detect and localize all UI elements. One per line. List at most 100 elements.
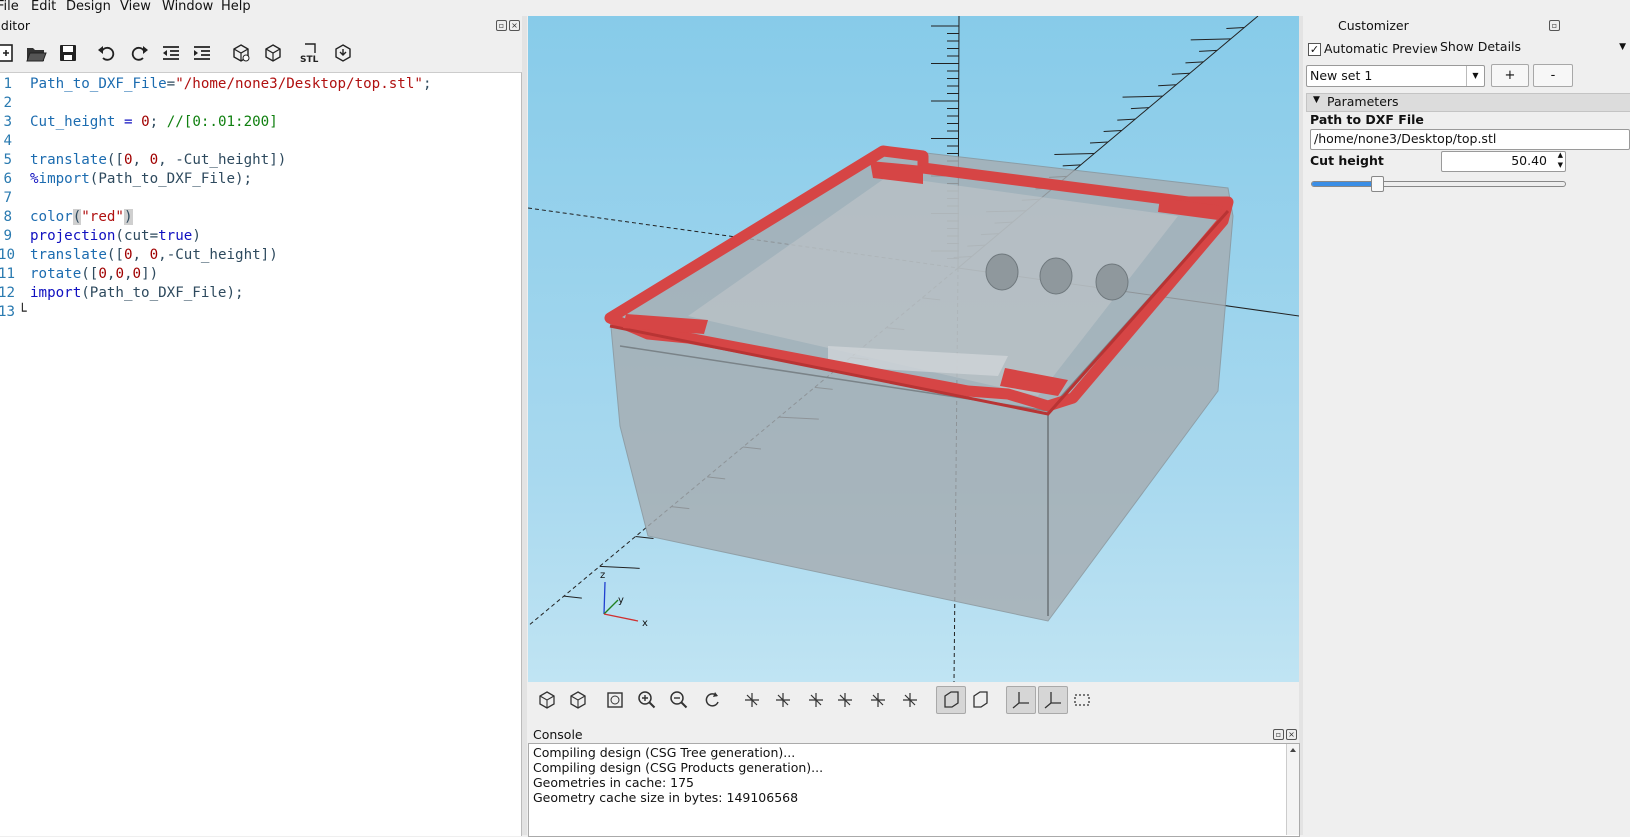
show-edges-icon[interactable] [1070,688,1094,712]
customizer-title: Customizer [1338,18,1409,33]
line-number: 13 [0,304,16,320]
send-to-print-icon[interactable] [331,41,355,65]
auto-preview-checkbox[interactable]: ✓ [1308,43,1321,56]
menu-edit[interactable]: Edit [31,0,56,14]
customizer-dock-buttons: ▫ [1549,20,1560,31]
top-view-icon[interactable] [866,688,890,712]
unindent-icon[interactable] [159,41,183,65]
spin-arrows-icon[interactable]: ▲ ▼ [1558,152,1563,170]
new-file-icon[interactable] [0,41,18,65]
menu-bar: File Edit Design View Window Help [0,0,1630,16]
parameters-section-title: Parameters [1327,94,1399,109]
show-axes-icon[interactable] [1006,686,1036,714]
path-param-input[interactable]: /home/none3/Desktop/top.stl [1310,129,1630,150]
line-number: 4 [3,133,12,149]
line-number: 3 [3,114,12,130]
zoom-out-icon[interactable] [667,688,691,712]
console-line: Compiling design (CSG Products generatio… [533,760,824,775]
code-text: rotate([0,0,0]) [30,266,159,282]
preset-select-value: New set 1 [1310,68,1373,83]
svg-text:x: x [642,618,648,629]
cut-height-label: Cut height [1310,153,1384,168]
perspective-icon[interactable] [936,686,966,714]
indent-icon[interactable] [190,41,214,65]
chevron-down-icon: ▼ [1466,66,1484,86]
console-output[interactable]: Compiling design (CSG Tree generation)..… [528,743,1300,837]
orthogonal-icon[interactable] [968,688,992,712]
slider-handle[interactable] [1370,176,1384,192]
parameters-section-header[interactable]: ▼ Parameters [1306,93,1630,112]
close-icon[interactable]: × [1286,729,1297,740]
cut-height-slider[interactable] [1311,176,1566,192]
float-icon[interactable]: ▫ [496,20,507,31]
float-icon[interactable]: ▫ [1273,729,1284,740]
svg-text:y: y [618,595,624,606]
close-icon[interactable]: × [509,20,520,31]
chevron-down-icon: ▼ [1313,95,1320,105]
cut-height-spinbox[interactable]: 50.40 ▲ ▼ [1441,151,1566,172]
svg-text:STL: STL [300,55,319,64]
render-icon[interactable] [566,688,590,712]
front-view-icon[interactable] [804,688,828,712]
menu-design[interactable]: Design [66,0,111,14]
preview-icon[interactable] [535,688,559,712]
line-number: 10 [0,247,16,263]
show-scale-icon[interactable] [1038,686,1068,714]
details-select[interactable]: Show Details ▼ [1437,38,1630,60]
zoom-in-icon[interactable] [635,688,659,712]
code-text: %import(Path_to_DXF_File); [30,171,253,187]
console-scrollbar[interactable] [1286,744,1299,835]
console-dock-buttons: ▫ × [1273,729,1297,740]
console-line: Geometry cache size in bytes: 149106568 [533,790,799,805]
save-icon[interactable] [56,41,80,65]
code-editor[interactable]: 1 Path_to_DXF_File="/home/none3/Desktop/t… [0,72,522,836]
code-text: projection(cut=true) [30,228,201,244]
line-number: 2 [3,95,12,111]
customizer-panel: Customizer ▫ ✓ Automatic Preview Show De… [1303,16,1630,835]
menu-help[interactable]: Help [221,0,251,14]
menu-file[interactable]: File [0,0,19,14]
cut-height-value: 50.40 [1511,153,1547,168]
menu-window[interactable]: Window [162,0,213,14]
render-icon[interactable] [261,41,285,65]
redo-icon[interactable] [127,41,151,65]
line-number: 8 [3,209,12,225]
slider-fill [1312,182,1376,186]
code-text: translate([0, 0,-Cut_height]) [30,247,278,263]
code-text: import(Path_to_DXF_File); [30,285,244,301]
code-text: Cut_height = 0; //[0:.01:200] [30,114,278,130]
menu-view[interactable]: View [120,0,151,14]
preview-icon[interactable] [229,41,253,65]
line-number: 6 [3,171,12,187]
bottom-view-icon[interactable] [898,688,922,712]
remove-preset-button[interactable]: - [1533,64,1573,87]
code-text: translate([0, 0, -Cut_height]) [30,152,287,168]
view-all-icon[interactable] [603,688,627,712]
line-number: 9 [3,228,12,244]
editor-dock-buttons: ▫ × [496,20,520,31]
left-view-icon[interactable] [771,688,795,712]
details-select-value: Show Details [1440,39,1522,54]
line-number: 7 [3,190,12,206]
axis-indicator: z y x [600,570,648,629]
line-number: 5 [3,152,12,168]
preset-select[interactable]: New set 1 ▼ [1306,65,1485,87]
open-file-icon[interactable] [24,41,48,65]
reset-view-icon[interactable] [700,688,724,712]
view-toolbar [528,683,1299,719]
undo-icon[interactable] [95,41,119,65]
export-stl-icon[interactable]: STL [298,41,322,65]
right-view-icon[interactable] [740,688,764,712]
editor-toolbar: STL [0,38,520,72]
text-cursor: └ [18,304,27,320]
line-number: 12 [0,285,16,301]
float-icon[interactable]: ▫ [1549,20,1560,31]
code-text: Path_to_DXF_File="/home/none3/Desktop/to… [30,76,432,92]
3d-viewport[interactable]: z y x [528,16,1299,682]
splitter-left[interactable] [522,16,527,835]
path-param-label: Path to DXF File [1310,112,1424,127]
back-view-icon[interactable] [833,688,857,712]
svg-text:z: z [600,570,605,581]
add-preset-button[interactable]: + [1491,64,1529,87]
line-number: 1 [3,76,12,92]
